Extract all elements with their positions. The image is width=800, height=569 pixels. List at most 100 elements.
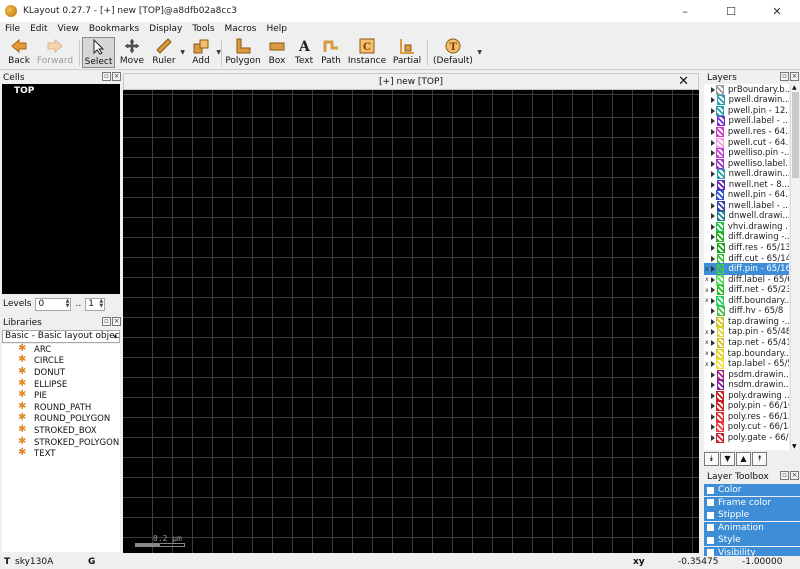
ruler-button[interactable]: Ruler ▼	[150, 37, 185, 68]
layer-visibility-triangle-icon[interactable]	[710, 276, 716, 283]
layer-visibility-triangle-icon[interactable]	[710, 128, 716, 135]
layers-close-icon[interactable]: ×	[790, 72, 799, 81]
menu-edit[interactable]: Edit	[25, 24, 52, 34]
path-button[interactable]: Path	[319, 37, 343, 68]
layer-visibility-triangle-icon[interactable]	[710, 150, 716, 157]
library-item-text[interactable]: TEXT	[2, 447, 120, 460]
layer-color-swatch	[716, 432, 724, 443]
scroll-thumb[interactable]	[792, 92, 799, 178]
layout-tab-title[interactable]: [+] new [TOP]	[124, 77, 698, 87]
menu-help[interactable]: Help	[261, 24, 292, 34]
toolbox-color[interactable]: Color	[704, 484, 800, 496]
layer-visibility-triangle-icon[interactable]	[710, 424, 716, 431]
pcell-icon	[18, 412, 28, 424]
cell-item-top[interactable]: TOP	[2, 84, 120, 96]
layer-visibility-triangle-icon[interactable]	[710, 403, 716, 410]
cells-float-icon[interactable]: ▫	[102, 72, 111, 81]
move-down-icon[interactable]: ▼	[720, 452, 735, 466]
layers-scrollbar[interactable]: ▲ ▼	[790, 84, 799, 450]
layer-visibility-triangle-icon[interactable]	[710, 339, 716, 346]
menu-view[interactable]: View	[53, 24, 84, 34]
levels-from-spinbox[interactable]: 0 ▲ ▼	[35, 297, 72, 311]
toolbox-animation[interactable]: Animation	[704, 521, 800, 534]
text-button[interactable]: A Text	[292, 37, 316, 68]
layer-visibility-triangle-icon[interactable]	[710, 160, 716, 167]
layer-visibility-triangle-icon[interactable]	[710, 139, 716, 146]
partial-button[interactable]: Partial	[392, 37, 422, 68]
layer-visibility-triangle-icon[interactable]	[710, 118, 716, 125]
scroll-up-icon[interactable]: ▲	[792, 84, 797, 91]
select-button[interactable]: Select	[82, 37, 115, 68]
move-to-top-icon[interactable]: ⯭	[752, 452, 767, 466]
toolbox-float-icon[interactable]: ▫	[780, 471, 789, 480]
layer-visibility-triangle-icon[interactable]	[710, 287, 716, 294]
layer-visibility-triangle-icon[interactable]	[710, 318, 716, 325]
ruler-icon	[156, 37, 172, 55]
layer-visibility-triangle-icon[interactable]	[710, 434, 716, 441]
add-button[interactable]: Add ▼	[188, 37, 221, 68]
libraries-close-icon[interactable]: ×	[112, 317, 121, 326]
menu-macros[interactable]: Macros	[220, 24, 262, 34]
layer-visibility-triangle-icon[interactable]	[710, 223, 716, 230]
move-to-bottom-icon[interactable]: ⯯	[704, 452, 719, 466]
svg-text:C: C	[363, 42, 371, 53]
layer-name: pwelliso.label...	[727, 158, 789, 169]
layer-visibility-triangle-icon[interactable]	[710, 245, 716, 252]
layer-name: prBoundary.b...	[727, 84, 789, 95]
text-a-icon: A	[296, 37, 312, 55]
layers-float-icon[interactable]: ▫	[780, 72, 789, 81]
layer-visibility-triangle-icon[interactable]	[710, 255, 716, 262]
close-layout-icon[interactable]: ✕	[678, 74, 689, 89]
libraries-float-icon[interactable]: ▫	[102, 317, 111, 326]
layer-visibility-triangle-icon[interactable]	[710, 413, 716, 420]
levels-to-spinbox[interactable]: 1 ▲ ▼	[85, 297, 106, 311]
layer-visibility-triangle-icon[interactable]	[710, 350, 716, 357]
library-select[interactable]: Basic - Basic layout objects ▾	[2, 330, 120, 343]
toolbox-close-icon[interactable]: ×	[790, 471, 799, 480]
minimize-button[interactable]: –	[662, 0, 708, 22]
layer-visibility-triangle-icon[interactable]	[710, 371, 716, 378]
layer-visibility-triangle-icon[interactable]	[710, 234, 716, 241]
layer-row[interactable]: poly.gate - 66/9	[704, 432, 789, 444]
layer-visibility-triangle-icon[interactable]	[710, 202, 716, 209]
polygon-button[interactable]: Polygon	[225, 37, 261, 68]
menu-tools[interactable]: Tools	[187, 24, 219, 34]
layer-visibility-triangle-icon[interactable]	[710, 213, 716, 220]
forward-button[interactable]: Forward	[36, 37, 74, 68]
layer-visibility-triangle-icon[interactable]	[710, 297, 716, 304]
toolbox-stipple[interactable]: Stipple	[704, 509, 800, 521]
menu-display[interactable]: Display	[144, 24, 187, 34]
box-button[interactable]: Box	[265, 37, 289, 68]
layer-visibility-triangle-icon[interactable]	[710, 361, 716, 368]
layer-color-swatch	[716, 137, 724, 148]
scroll-down-icon[interactable]: ▼	[792, 443, 797, 450]
back-button[interactable]: Back	[4, 37, 34, 68]
layer-visibility-triangle-icon[interactable]	[710, 181, 716, 188]
toolbox-frame-color[interactable]: Frame color	[704, 496, 800, 509]
move-button[interactable]: Move	[118, 37, 146, 68]
cells-tree[interactable]: TOP	[2, 84, 120, 294]
instance-button[interactable]: C Instance	[348, 37, 386, 68]
layer-name: pwell.drawin...	[728, 95, 789, 106]
layer-visibility-triangle-icon[interactable]	[711, 308, 716, 315]
close-window-button[interactable]: ✕	[754, 0, 800, 22]
maximize-button[interactable]: ☐	[708, 0, 754, 22]
layer-visibility-triangle-icon[interactable]	[710, 107, 716, 114]
default-dropdown-arrow-icon[interactable]: ▼	[477, 49, 482, 56]
default-grid-button[interactable]: T (Default) ▼	[433, 37, 482, 68]
layer-visibility-triangle-icon[interactable]	[710, 171, 716, 178]
menu-bookmarks[interactable]: Bookmarks	[84, 24, 144, 34]
layer-visibility-triangle-icon[interactable]	[710, 97, 716, 104]
ruler-dropdown-arrow-icon[interactable]: ▼	[180, 49, 185, 56]
layer-visibility-triangle-icon[interactable]	[710, 392, 716, 399]
move-up-icon[interactable]: ▲	[736, 452, 751, 466]
cells-close-icon[interactable]: ×	[112, 72, 121, 81]
menu-file[interactable]: File	[0, 24, 25, 34]
layer-visibility-triangle-icon[interactable]	[710, 192, 716, 199]
layer-visibility-triangle-icon[interactable]	[710, 382, 716, 389]
layer-visibility-triangle-icon[interactable]	[710, 329, 716, 336]
layout-canvas[interactable]: 0.2 µm	[123, 90, 699, 553]
layer-visibility-triangle-icon[interactable]	[710, 266, 716, 273]
layer-visibility-triangle-icon[interactable]	[710, 86, 716, 93]
toolbox-style[interactable]: Style	[704, 534, 800, 546]
